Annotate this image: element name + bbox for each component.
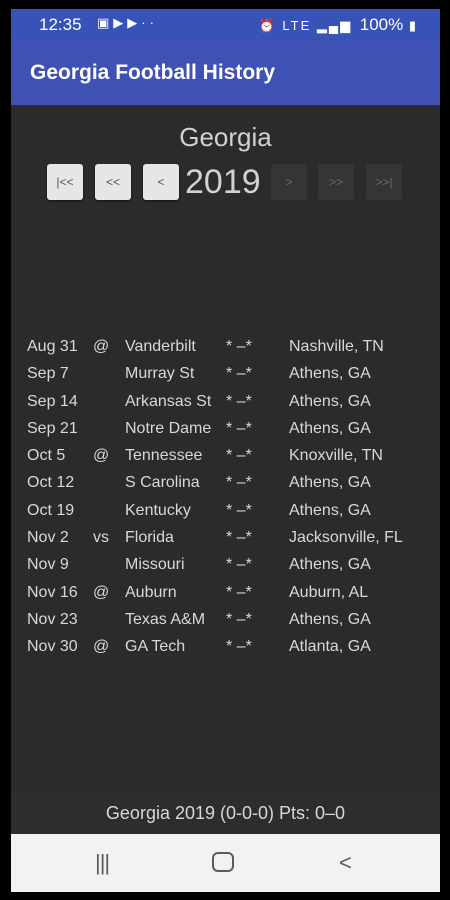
game-row[interactable]: Nov 9 Missouri * –* Athens, GA xyxy=(27,552,432,579)
game-score: * –* xyxy=(226,419,252,437)
game-score: * –* xyxy=(226,610,252,628)
game-row[interactable]: Oct 12 S Carolina * –* Athens, GA xyxy=(27,470,432,497)
game-date: Nov 2 xyxy=(27,529,69,547)
status-time: 12:35 xyxy=(39,15,82,34)
game-site: Jacksonville, FL xyxy=(289,529,403,547)
game-row[interactable]: Nov 23 Texas A&M * –* Athens, GA xyxy=(27,607,432,634)
game-opponent: GA Tech xyxy=(125,638,186,656)
game-opponent: Auburn xyxy=(125,583,177,601)
game-site: Athens, GA xyxy=(289,365,371,383)
team-name: Georgia xyxy=(179,122,272,152)
game-location-marker: vs xyxy=(93,529,109,547)
game-opponent: Florida xyxy=(125,529,174,547)
battery-level: 100% xyxy=(359,15,404,34)
game-score: * –* xyxy=(226,638,252,656)
game-score: * –* xyxy=(226,365,252,383)
game-date: Sep 21 xyxy=(27,419,78,437)
game-row[interactable]: Oct 5 @ Tennessee * –* Knoxville, TN xyxy=(27,443,432,470)
game-opponent: Kentucky xyxy=(125,501,191,519)
more-notifications-icon: ·· xyxy=(141,15,158,30)
game-date: Nov 16 xyxy=(27,583,78,601)
game-score: * –* xyxy=(226,447,252,465)
game-score: * –* xyxy=(226,474,252,492)
game-opponent: Murray St xyxy=(125,365,195,383)
game-row[interactable]: Aug 31 @ Vanderbilt * –* Nashville, TN xyxy=(27,334,432,361)
game-site: Knoxville, TN xyxy=(289,447,383,465)
game-date: Oct 19 xyxy=(27,501,75,519)
game-site: Athens, GA xyxy=(289,556,371,574)
system-icons: ⏰ LTE ▂▄▆ 100% ▮ xyxy=(259,15,418,35)
game-score: * –* xyxy=(226,583,252,601)
game-date: Sep 14 xyxy=(27,392,78,410)
game-opponent: Missouri xyxy=(125,556,185,574)
game-opponent: S Carolina xyxy=(125,474,200,492)
game-site: Athens, GA xyxy=(289,419,371,437)
signal-icon: ▂▄▆ xyxy=(316,18,353,33)
last-year-button[interactable]: >>| xyxy=(366,164,402,200)
game-site: Nashville, TN xyxy=(289,338,384,355)
game-site: Atlanta, GA xyxy=(289,638,371,656)
home-icon[interactable] xyxy=(212,852,234,872)
game-opponent: Vanderbilt xyxy=(125,338,196,355)
game-row[interactable]: Sep 14 Arkansas St * –* Athens, GA xyxy=(27,389,432,416)
game-score: * –* xyxy=(226,556,252,574)
current-year: 2019 xyxy=(185,163,261,201)
year-navigation: |<< << < 2019 > >> >>| xyxy=(11,159,440,207)
game-date: Nov 9 xyxy=(27,556,69,574)
game-score: * –* xyxy=(226,529,252,547)
system-navigation-bar: ||| < xyxy=(11,834,440,892)
game-site: Auburn, AL xyxy=(289,583,369,601)
game-date: Oct 12 xyxy=(27,474,75,492)
previous-year-button[interactable]: < xyxy=(143,164,179,200)
play-icon: ▶ xyxy=(113,15,128,30)
game-site: Athens, GA xyxy=(289,392,371,410)
game-score: * –* xyxy=(226,338,252,355)
game-row[interactable]: Nov 30 @ GA Tech * –* Atlanta, GA xyxy=(27,634,432,661)
game-opponent: Notre Dame xyxy=(125,419,212,437)
game-location-marker: @ xyxy=(93,638,110,656)
youtube-icon: ▶ xyxy=(127,15,142,30)
game-row[interactable]: Oct 19 Kentucky * –* Athens, GA xyxy=(27,498,432,525)
notification-icons: ▣▶▶·· xyxy=(97,15,158,31)
lte-icon: LTE xyxy=(282,18,312,33)
battery-icon: ▮ xyxy=(408,18,418,33)
photo-icon: ▣ xyxy=(97,15,114,30)
game-row[interactable]: Nov 2 vs Florida * –* Jacksonville, FL xyxy=(27,525,432,552)
game-location-marker: @ xyxy=(93,583,110,601)
schedule-list: Aug 31 @ Vanderbilt * –* Nashville, TN Sep 7 M… xyxy=(27,334,432,662)
game-site: Athens, GA xyxy=(289,501,371,519)
game-row[interactable]: Sep 21 Notre Dame * –* Athens, GA xyxy=(27,416,432,443)
game-opponent: Tennessee xyxy=(125,447,203,465)
game-date: Nov 23 xyxy=(27,610,78,628)
game-opponent: Texas A&M xyxy=(125,610,206,628)
game-date: Nov 30 xyxy=(27,638,78,656)
game-score: * –* xyxy=(226,392,252,410)
phone-screen: 12:35 ▣▶▶·· ⏰ LTE ▂▄▆ 100% ▮ Georgia Foo… xyxy=(11,9,440,892)
alarm-icon: ⏰ xyxy=(258,18,277,33)
game-row[interactable]: Sep 7 Murray St * –* Athens, GA xyxy=(27,361,432,388)
game-site: Athens, GA xyxy=(289,610,371,628)
game-row[interactable]: Nov 16 @ Auburn * –* Auburn, AL xyxy=(27,580,432,607)
app-title: Georgia Football History xyxy=(30,61,276,84)
game-date: Sep 7 xyxy=(27,365,69,383)
next-year-button[interactable]: > xyxy=(271,164,307,200)
game-score: * –* xyxy=(226,501,252,519)
previous-ten-years-button[interactable]: << xyxy=(95,164,131,200)
recents-icon[interactable]: ||| xyxy=(95,850,110,876)
game-date: Aug 31 xyxy=(27,338,78,355)
game-location-marker: @ xyxy=(93,338,110,355)
game-date: Oct 5 xyxy=(27,447,66,465)
back-icon[interactable]: < xyxy=(339,850,352,876)
app-bar: Georgia Football History xyxy=(11,41,440,105)
first-year-button[interactable]: |<< xyxy=(47,164,83,200)
game-location-marker: @ xyxy=(93,447,110,465)
game-opponent: Arkansas St xyxy=(125,392,212,410)
game-site: Athens, GA xyxy=(289,474,371,492)
status-bar: 12:35 ▣▶▶·· ⏰ LTE ▂▄▆ 100% ▮ xyxy=(11,9,440,41)
season-summary: Georgia 2019 (0-0-0) Pts: 0–0 xyxy=(11,792,440,834)
next-ten-years-button[interactable]: >> xyxy=(318,164,354,200)
